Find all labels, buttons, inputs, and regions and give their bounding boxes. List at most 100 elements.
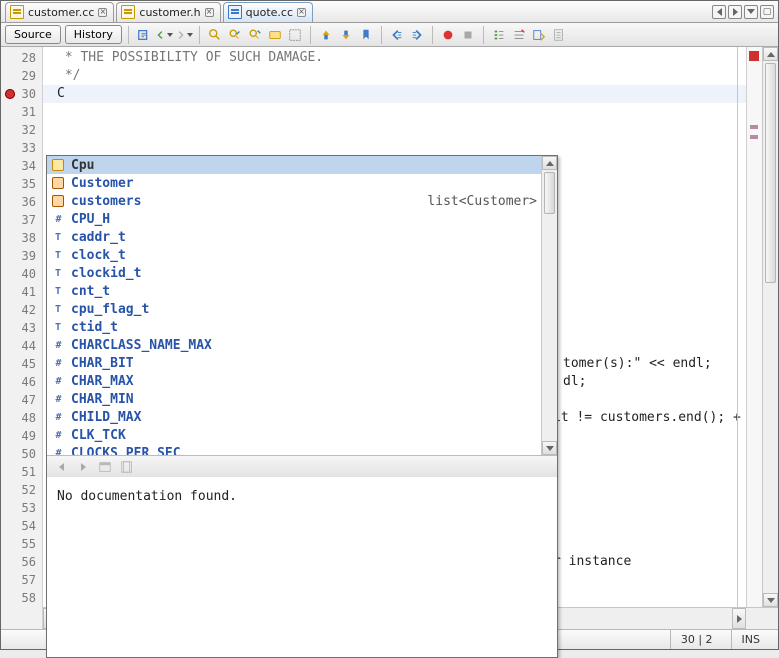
close-icon[interactable]: × (205, 8, 214, 17)
autocomplete-scrollbar[interactable] (541, 156, 557, 455)
line-number[interactable]: 56 (1, 553, 42, 571)
line-number[interactable]: 58 (1, 589, 42, 607)
autocomplete-item[interactable]: #CHAR_MAX (47, 372, 557, 390)
back-button[interactable] (155, 26, 173, 44)
autocomplete-item[interactable]: #CPU_H (47, 210, 557, 228)
error-marker[interactable] (749, 51, 759, 61)
overview-mark[interactable] (750, 135, 758, 139)
scroll-down-button[interactable] (542, 441, 557, 455)
close-icon[interactable]: × (98, 8, 107, 17)
forward-button[interactable] (175, 26, 193, 44)
doc-back-button[interactable] (53, 459, 69, 475)
line-number[interactable]: 38 (1, 229, 42, 247)
autocomplete-item[interactable]: #CLK_TCK (47, 426, 557, 444)
autocomplete-item[interactable]: #CHAR_MIN (47, 390, 557, 408)
line-number[interactable]: 49 (1, 427, 42, 445)
autocomplete-item[interactable]: Tclockid_t (47, 264, 557, 282)
go-to-header-button[interactable] (530, 26, 548, 44)
toggle-bookmark-button[interactable] (357, 26, 375, 44)
line-number[interactable]: 40 (1, 265, 42, 283)
scroll-thumb[interactable] (544, 172, 555, 214)
autocomplete-list[interactable]: CpuCustomercustomerslist<Customer>#CPU_H… (47, 156, 557, 455)
comment-button[interactable] (490, 26, 508, 44)
find-previous-button[interactable] (226, 26, 244, 44)
line-number[interactable]: 28 (1, 49, 42, 67)
overview-mark[interactable] (750, 125, 758, 129)
history-view-button[interactable]: History (65, 25, 122, 44)
source-view-button[interactable]: Source (5, 25, 61, 44)
start-macro-button[interactable] (439, 26, 457, 44)
scroll-down-button[interactable] (763, 593, 778, 607)
line-gutter[interactable]: 2829303132333435363738394041424344454647… (1, 47, 43, 607)
close-icon[interactable]: × (297, 8, 306, 17)
maximize-button[interactable]: ▢ (760, 5, 774, 19)
insert-mode[interactable]: INS (731, 630, 770, 649)
line-number[interactable]: 44 (1, 337, 42, 355)
line-number[interactable]: 29 (1, 67, 42, 85)
line-number[interactable]: 45 (1, 355, 42, 373)
line-number[interactable]: 57 (1, 571, 42, 589)
find-selection-button[interactable] (206, 26, 224, 44)
line-number[interactable]: 51 (1, 463, 42, 481)
caret-position[interactable]: 30 | 2 (670, 630, 723, 649)
line-number[interactable]: 31 (1, 103, 42, 121)
toggle-highlight-button[interactable] (266, 26, 284, 44)
line-number[interactable]: 33 (1, 139, 42, 157)
tab-quote-cc[interactable]: quote.cc × (223, 2, 313, 22)
vertical-scrollbar[interactable] (762, 47, 778, 607)
line-number[interactable]: 48 (1, 409, 42, 427)
line-number[interactable]: 52 (1, 481, 42, 499)
scroll-up-button[interactable] (542, 156, 557, 170)
scroll-thumb[interactable] (765, 63, 776, 283)
line-number[interactable]: 37 (1, 211, 42, 229)
line-number[interactable]: 34 (1, 157, 42, 175)
line-number[interactable]: 43 (1, 319, 42, 337)
previous-bookmark-button[interactable] (317, 26, 335, 44)
shift-left-button[interactable] (388, 26, 406, 44)
line-number[interactable]: 41 (1, 283, 42, 301)
autocomplete-item[interactable]: #CLOCKS_PER_SEC (47, 444, 557, 455)
toggle-rect-select-button[interactable] (286, 26, 304, 44)
autocomplete-item[interactable]: Tcnt_t (47, 282, 557, 300)
overview-ruler[interactable] (746, 47, 762, 607)
line-number[interactable]: 50 (1, 445, 42, 463)
line-number[interactable]: 53 (1, 499, 42, 517)
uncomment-button[interactable] (510, 26, 528, 44)
scroll-tabs-left-button[interactable] (712, 5, 726, 19)
line-number[interactable]: 47 (1, 391, 42, 409)
autocomplete-item[interactable]: Tctid_t (47, 318, 557, 336)
line-number[interactable]: 35 (1, 175, 42, 193)
line-number[interactable]: 39 (1, 247, 42, 265)
shift-right-button[interactable] (408, 26, 426, 44)
stop-macro-button[interactable] (459, 26, 477, 44)
autocomplete-item[interactable]: #CHAR_BIT (47, 354, 557, 372)
autocomplete-item[interactable]: #CHILD_MAX (47, 408, 557, 426)
line-number[interactable]: 54 (1, 517, 42, 535)
autocomplete-item[interactable]: customerslist<Customer> (47, 192, 557, 210)
autocomplete-item[interactable]: Customer (47, 174, 557, 192)
line-number[interactable]: 46 (1, 373, 42, 391)
next-bookmark-button[interactable] (337, 26, 355, 44)
doc-open-source-button[interactable] (119, 459, 135, 475)
line-number[interactable]: 32 (1, 121, 42, 139)
line-number[interactable]: 36 (1, 193, 42, 211)
find-next-button[interactable] (246, 26, 264, 44)
doc-open-in-browser-button[interactable] (97, 459, 113, 475)
autocomplete-item[interactable]: Cpu (47, 156, 557, 174)
autocomplete-item[interactable]: Tcaddr_t (47, 228, 557, 246)
line-number[interactable]: 42 (1, 301, 42, 319)
autocomplete-item[interactable]: Tclock_t (47, 246, 557, 264)
tab-customer-h[interactable]: customer.h × (116, 2, 220, 22)
scroll-right-button[interactable] (732, 608, 746, 629)
check-file-button[interactable] (550, 26, 568, 44)
doc-forward-button[interactable] (75, 459, 91, 475)
line-number[interactable]: 30 (1, 85, 42, 103)
line-number[interactable]: 55 (1, 535, 42, 553)
autocomplete-item[interactable]: Tcpu_flag_t (47, 300, 557, 318)
scroll-tabs-right-button[interactable] (728, 5, 742, 19)
tab-customer-cc[interactable]: customer.cc × (5, 2, 114, 22)
last-edit-button[interactable] (135, 26, 153, 44)
scroll-up-button[interactable] (763, 47, 778, 61)
show-tabs-list-button[interactable] (744, 5, 758, 19)
autocomplete-item[interactable]: #CHARCLASS_NAME_MAX (47, 336, 557, 354)
